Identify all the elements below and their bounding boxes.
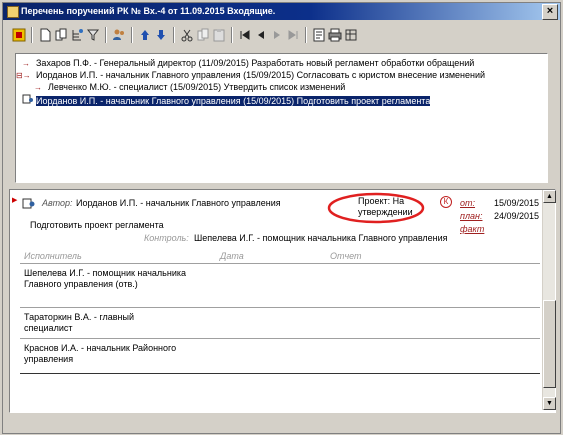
last-icon[interactable] bbox=[285, 27, 301, 43]
scroll-thumb[interactable] bbox=[543, 300, 556, 388]
assignment-details: ▶ Автор: Иорданов И.П. - начальник Главн… bbox=[9, 189, 556, 413]
copy-icon[interactable] bbox=[53, 27, 69, 43]
col-date: Дата bbox=[220, 251, 244, 261]
tree-item[interactable]: → Захаров П.Ф. - Генеральный директор (11… bbox=[22, 58, 474, 69]
marker-icon: ▶ bbox=[12, 197, 18, 204]
from-date: 15/09/2015 bbox=[494, 198, 540, 208]
arrow-icon: → bbox=[34, 83, 42, 92]
author-icon bbox=[22, 197, 36, 211]
print-icon[interactable] bbox=[327, 27, 343, 43]
options-icon[interactable] bbox=[343, 27, 359, 43]
control-mark-icon: К bbox=[440, 196, 452, 208]
tree-item[interactable]: → Левченко М.Ю. - специалист (15/09/2015)… bbox=[34, 82, 345, 93]
cut-icon[interactable] bbox=[179, 27, 195, 43]
col-executor: Исполнитель bbox=[24, 251, 82, 261]
fact-label[interactable]: факт bbox=[460, 224, 484, 234]
filter-icon[interactable] bbox=[85, 27, 101, 43]
refresh-icon[interactable] bbox=[11, 27, 27, 43]
tree-item-selected[interactable]: Иорданов И.П. - начальник Главного управ… bbox=[22, 94, 431, 107]
down-icon[interactable] bbox=[153, 27, 169, 43]
prev-icon[interactable] bbox=[253, 27, 269, 43]
users-icon[interactable] bbox=[111, 27, 127, 43]
expand-arrow-icon[interactable]: ⊟→ bbox=[16, 70, 36, 81]
window-title: Перечень поручений РК № Вх.-4 от 11.09.2… bbox=[21, 6, 276, 16]
author-label: Автор: bbox=[42, 198, 73, 208]
highlight-circle bbox=[327, 192, 425, 224]
from-label[interactable]: от: bbox=[460, 198, 475, 208]
scroll-down-icon[interactable]: ▼ bbox=[543, 397, 556, 410]
app-icon bbox=[7, 6, 19, 18]
paste-icon[interactable] bbox=[211, 27, 227, 43]
main-window: Перечень поручений РК № Вх.-4 от 11.09.2… bbox=[2, 2, 561, 434]
executor-row[interactable]: Краснов И.А. - начальник Районного управ… bbox=[24, 343, 199, 365]
task-text: Подготовить проект регламента bbox=[30, 220, 164, 230]
doc-user-icon bbox=[22, 94, 36, 107]
new-doc-icon[interactable] bbox=[37, 27, 53, 43]
arrow-icon: → bbox=[22, 59, 30, 68]
control-label: Контроль: bbox=[144, 233, 189, 243]
next-icon[interactable] bbox=[269, 27, 285, 43]
plan-label[interactable]: план: bbox=[460, 211, 483, 221]
plan-date: 24/09/2015 bbox=[494, 211, 540, 221]
copy2-icon[interactable] bbox=[195, 27, 211, 43]
executor-row[interactable]: Шепелева И.Г. - помощник начальника Глав… bbox=[24, 268, 199, 290]
tree-item[interactable]: ⊟→ Иорданов И.П. - начальник Главного упр… bbox=[16, 70, 485, 81]
author-value: Иорданов И.П. - начальник Главного управ… bbox=[76, 198, 281, 208]
executor-row[interactable]: Тараторкин В.А. - главный специалист bbox=[24, 312, 164, 334]
toolbar bbox=[3, 24, 560, 46]
close-button[interactable]: × bbox=[542, 4, 558, 20]
up-icon[interactable] bbox=[137, 27, 153, 43]
vertical-scrollbar[interactable]: ▲ ▼ bbox=[542, 190, 556, 410]
first-icon[interactable] bbox=[237, 27, 253, 43]
scroll-up-icon[interactable]: ▲ bbox=[543, 190, 556, 203]
col-report: Отчет bbox=[330, 251, 362, 261]
tree-icon[interactable] bbox=[69, 27, 85, 43]
title-bar: Перечень поручений РК № Вх.-4 от 11.09.2… bbox=[3, 3, 560, 20]
report-icon[interactable] bbox=[311, 27, 327, 43]
control-value: Шепелева И.Г. - помощник начальника Глав… bbox=[194, 233, 448, 243]
assignments-tree: → Захаров П.Ф. - Генеральный директор (11… bbox=[15, 53, 548, 183]
